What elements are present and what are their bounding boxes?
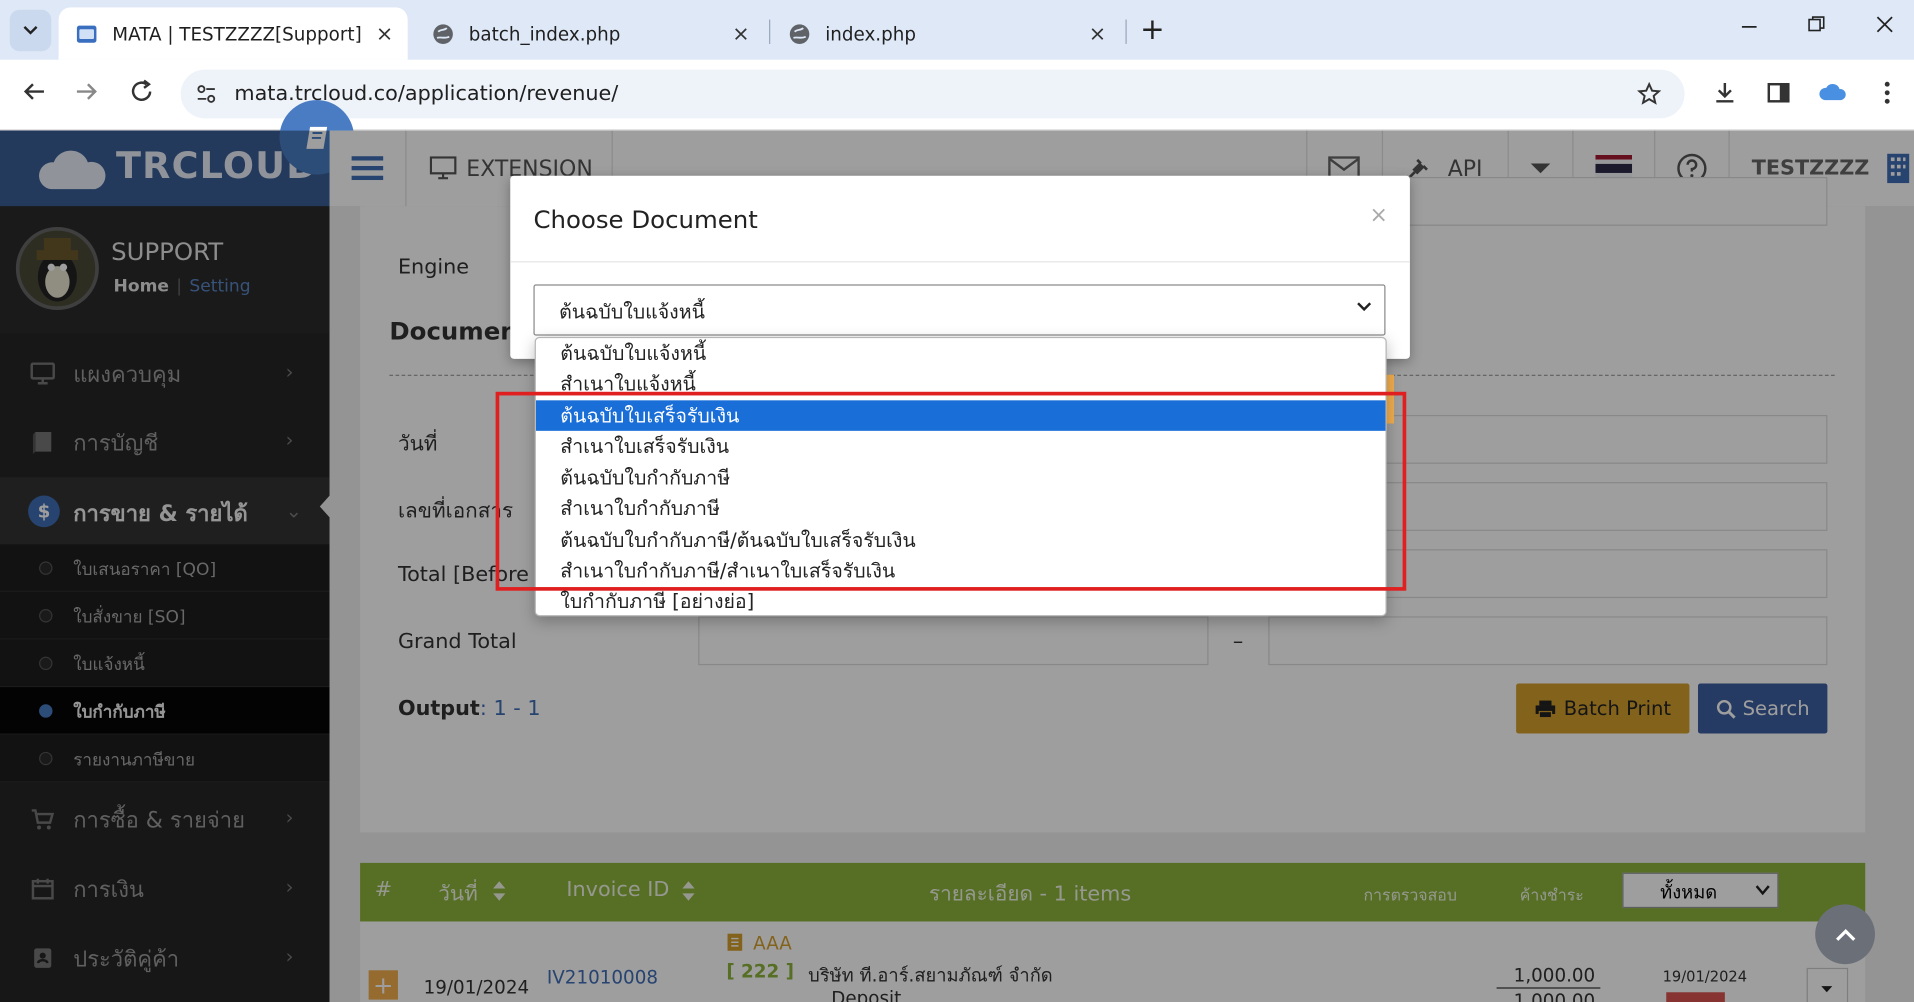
- restore-icon[interactable]: [1807, 15, 1827, 35]
- tab-title: index.php: [825, 22, 916, 45]
- tab-separator: [769, 19, 771, 44]
- scroll-to-top-button[interactable]: [1815, 904, 1875, 965]
- reload-icon[interactable]: [126, 77, 158, 106]
- globe-icon: [789, 23, 810, 44]
- option-original-invoice[interactable]: ต้นฉบับใบแจ้งหนี้: [536, 338, 1386, 369]
- forward-icon[interactable]: [71, 77, 103, 106]
- tab-search-dropdown[interactable]: [9, 9, 52, 52]
- tab-close-button[interactable]: ×: [730, 21, 752, 45]
- new-tab-button[interactable]: +: [1140, 12, 1165, 46]
- modal-close-button[interactable]: ×: [1370, 203, 1388, 229]
- cloud-extension-icon[interactable]: [1816, 77, 1848, 109]
- chevron-down-icon: [23, 25, 38, 35]
- minimize-icon[interactable]: [1739, 15, 1759, 35]
- modal-title: Choose Document: [533, 205, 758, 235]
- choose-document-modal: Choose Document × ต้นฉบับใบแจ้งหนี้: [510, 175, 1410, 359]
- side-panel-icon[interactable]: [1763, 77, 1795, 109]
- tab-title: MATA | TESTZZZZ[Support]: [112, 22, 362, 45]
- tab-title: batch_index.php: [468, 22, 621, 45]
- tab-close-button[interactable]: ×: [1086, 21, 1108, 45]
- omnibox[interactable]: mata.trcloud.co/application/revenue/: [180, 69, 1685, 119]
- tab-mata[interactable]: MATA | TESTZZZZ[Support] ×: [58, 7, 408, 60]
- downloads-icon[interactable]: [1709, 77, 1741, 109]
- trcloud-favicon-icon: [76, 25, 97, 43]
- url-text[interactable]: mata.trcloud.co/application/revenue/: [234, 82, 618, 106]
- globe-icon: [433, 23, 453, 44]
- chevron-down-icon: [1357, 302, 1372, 312]
- document-type-select[interactable]: ต้นฉบับใบแจ้งหนี้: [533, 284, 1386, 336]
- annotation-highlight-box: [495, 391, 1407, 591]
- document-type-value: ต้นฉบับใบแจ้งหนี้: [559, 300, 705, 324]
- site-info-icon[interactable]: [195, 83, 217, 105]
- bookmark-star-icon[interactable]: [1637, 81, 1662, 106]
- window-close-icon[interactable]: [1875, 15, 1895, 35]
- tab-close-button[interactable]: ×: [374, 21, 396, 45]
- tab-separator: [1125, 19, 1127, 44]
- back-icon[interactable]: [18, 77, 50, 106]
- browser-menu-icon[interactable]: [1871, 77, 1903, 109]
- tab-index[interactable]: index.php ×: [771, 7, 1120, 59]
- modal-divider: [510, 261, 1410, 263]
- chevron-up-icon: [1835, 928, 1855, 941]
- browser-tab-bar: MATA | TESTZZZZ[Support] × batch_index.p…: [0, 0, 1914, 60]
- tab-batch-index[interactable]: batch_index.php ×: [415, 7, 764, 59]
